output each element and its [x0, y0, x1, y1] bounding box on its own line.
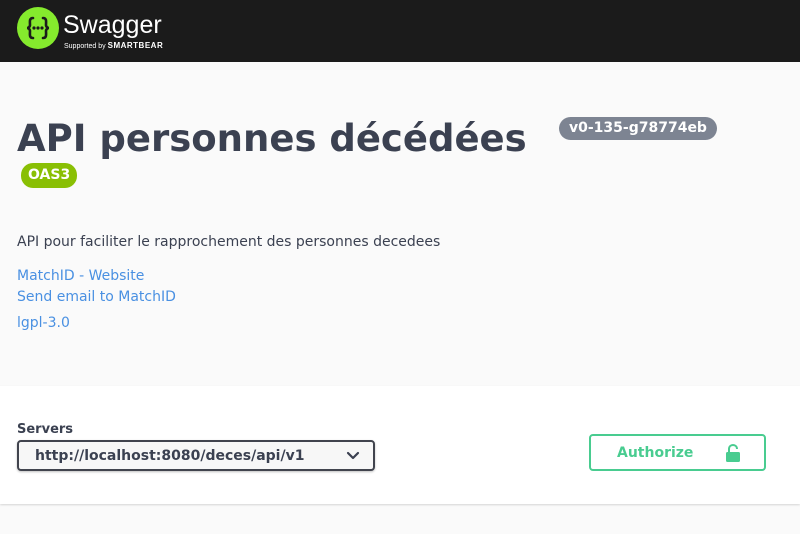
api-description: API pour faciliter le rapprochement des …	[17, 234, 441, 250]
authorize-button[interactable]: Authorize	[589, 434, 766, 471]
api-title: API personnes décédées	[17, 117, 527, 160]
topbar: Swagger . Supported by SMARTBEAR	[0, 0, 800, 62]
contact-email-link[interactable]: Send email to MatchID	[17, 287, 176, 307]
spec-version-badge: OAS3	[21, 163, 78, 188]
tagline-company: SMARTBEAR	[107, 41, 164, 50]
license-link[interactable]: lgpl-3.0	[17, 313, 70, 333]
tagline-prefix: Supported by	[64, 43, 106, 50]
servers-select[interactable]: http://localhost:8080/deces/api/v1	[17, 440, 375, 471]
brand-name[interactable]: Swagger	[63, 10, 162, 40]
lock-icon	[726, 443, 740, 462]
swagger-logo-icon[interactable]	[17, 7, 59, 49]
website-link[interactable]: MatchID - Website	[17, 266, 144, 286]
version-badge: v0-135-g78774eb	[559, 117, 717, 140]
chevron-down-icon	[346, 451, 360, 460]
servers-label: Servers	[17, 422, 74, 437]
brand-trademark: .	[149, 25, 151, 32]
authorize-label: Authorize	[617, 445, 694, 461]
servers-select-value: http://localhost:8080/deces/api/v1	[35, 448, 305, 464]
brand-tagline: Supported by SMARTBEAR	[64, 41, 163, 52]
